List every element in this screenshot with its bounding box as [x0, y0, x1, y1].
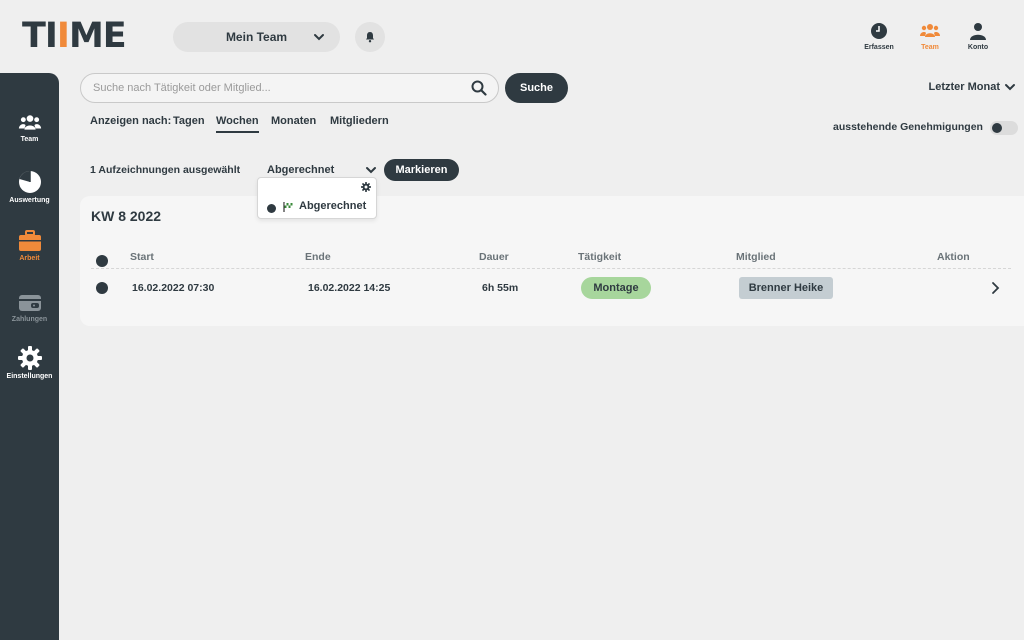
sidebar-item-label: Einstellungen [6, 373, 53, 380]
mark-button[interactable]: Markieren [384, 159, 459, 181]
search-button[interactable]: Suche [505, 73, 568, 103]
notifications-button[interactable] [355, 22, 385, 52]
briefcase-icon [18, 230, 41, 251]
logo-text-1: TI [22, 16, 58, 56]
week-title: KW 8 2022 [91, 208, 162, 224]
sidebar-item-label: Zahlungen [11, 316, 48, 323]
period-select-value: Letzter Monat [928, 81, 1001, 93]
logo-text-3: ME [68, 16, 127, 56]
topnav-erfassen[interactable]: Erfassen [854, 22, 904, 51]
user-icon [970, 23, 986, 40]
filter-label: Anzeigen nach: [90, 115, 172, 127]
toggle-knob [992, 123, 1002, 133]
tab-mitgliedern[interactable]: Mitgliedern [330, 115, 389, 127]
sidebar-item-label: Auswertung [9, 197, 50, 204]
row-checkbox[interactable] [96, 282, 108, 294]
activity-badge: Montage [581, 277, 651, 299]
status-dropdown-menu: Abgerechnet [257, 177, 377, 219]
select-all-checkbox[interactable] [96, 255, 108, 267]
column-header-dauer: Dauer [479, 251, 509, 263]
bell-icon [366, 32, 374, 43]
week-card: KW 8 2022 Start Ende Dauer Tätigkeit Mit… [80, 196, 1024, 326]
column-header-start: Start [130, 251, 154, 263]
column-header-aktion: Aktion [937, 251, 970, 263]
row-duration: 6h 55m [482, 282, 519, 294]
sidebar-item-zahlungen[interactable]: Zahlungen [0, 293, 59, 323]
option-radio [267, 204, 276, 213]
clock-icon [871, 23, 887, 39]
tab-tagen[interactable]: Tagen [173, 115, 205, 127]
chevron-down-icon [1005, 84, 1015, 91]
search-bar [80, 73, 499, 103]
column-header-ende: Ende [305, 251, 331, 263]
tab-monaten[interactable]: Monaten [271, 115, 316, 127]
sidebar-item-arbeit[interactable]: Arbeit [0, 230, 59, 262]
sidebar: Team Auswertung Arbeit Zahlungen Einstel… [0, 73, 59, 640]
sidebar-item-label: Team [20, 136, 39, 143]
divider [91, 268, 1011, 269]
topnav-label: Erfassen [864, 44, 894, 51]
chevron-down-icon [314, 34, 324, 41]
topnav-label: Team [921, 44, 939, 51]
app-logo[interactable]: TI I ME [22, 16, 127, 56]
wallet-icon [18, 295, 41, 311]
gear-icon [17, 346, 42, 370]
team-icon [18, 115, 41, 130]
status-select-value: Abgerechnet [267, 164, 335, 176]
chevron-right-icon[interactable] [990, 281, 1002, 295]
search-input[interactable] [93, 82, 463, 94]
column-header-mitglied: Mitglied [736, 251, 776, 263]
pie-chart-icon [18, 171, 41, 193]
row-end: 16.02.2022 14:25 [308, 282, 391, 294]
row-start: 16.02.2022 07:30 [132, 282, 215, 294]
column-header-taetigkeit: Tätigkeit [578, 251, 622, 263]
pending-approvals-label: ausstehende Genehmigungen [833, 121, 983, 133]
team-select-value: Mein Team [225, 30, 288, 44]
topnav-label: Konto [967, 44, 989, 51]
sidebar-item-einstellungen[interactable]: Einstellungen [0, 346, 59, 380]
period-select[interactable]: Letzter Monat [929, 81, 1017, 93]
sidebar-item-auswertung[interactable]: Auswertung [0, 170, 59, 204]
option-label: Abgerechnet [299, 200, 367, 212]
logo-text-2: I [56, 16, 70, 56]
gear-icon[interactable] [361, 182, 371, 192]
sidebar-item-team[interactable]: Team [0, 113, 59, 143]
topnav-team[interactable]: Team [905, 22, 955, 51]
search-icon[interactable] [471, 80, 487, 96]
member-badge: Brenner Heike [739, 277, 833, 299]
tab-wochen[interactable]: Wochen [216, 115, 259, 133]
chevron-down-icon [366, 167, 376, 174]
selection-count: 1 Aufzeichnungen ausgewählt [90, 164, 241, 176]
team-icon [920, 24, 940, 37]
team-select[interactable]: Mein Team [173, 22, 340, 52]
topnav-konto[interactable]: Konto [953, 22, 1003, 51]
flag-icon [283, 202, 293, 212]
status-select[interactable]: Abgerechnet [267, 164, 377, 176]
sidebar-item-label: Arbeit [19, 255, 40, 262]
pending-approvals-toggle[interactable] [990, 121, 1018, 135]
